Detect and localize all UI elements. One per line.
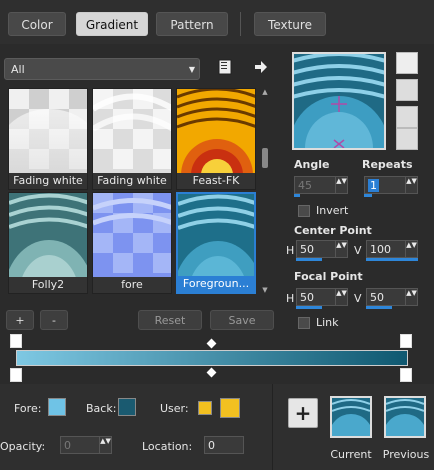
save-button[interactable]: Save — [210, 310, 274, 330]
category-select-value: All — [11, 63, 25, 76]
tab-color[interactable]: Color — [8, 12, 66, 36]
focal-v-slider[interactable] — [366, 306, 392, 309]
chevron-down-icon: ▼ — [188, 65, 195, 74]
focal-h-input[interactable]: 50 ▲▼ — [296, 288, 348, 306]
current-swatch[interactable] — [330, 396, 372, 438]
spin-arrows-icon[interactable]: ▲▼ — [99, 437, 111, 453]
location-value: 0 — [208, 439, 215, 452]
center-h-slider[interactable] — [296, 258, 322, 261]
center-h-label: H — [286, 244, 295, 257]
thumbnail-label: Feast-FK — [177, 173, 255, 189]
location-input[interactable]: 0 — [204, 436, 244, 454]
thumbnail-label: Fading white — [93, 173, 171, 189]
fore-label: Fore: — [14, 402, 42, 415]
gradient-preview[interactable] — [288, 52, 390, 200]
repeats-slider[interactable] — [364, 194, 372, 197]
gradient-bar[interactable] — [16, 350, 408, 366]
opacity-label: Opacity: — [0, 440, 46, 453]
thumbnail-fore[interactable]: fore — [92, 192, 172, 294]
back-label: Back: — [86, 402, 117, 415]
reset-button[interactable]: Reset — [138, 310, 202, 330]
radial-style-button[interactable] — [396, 106, 418, 128]
thumbnail-feast-fk[interactable]: Feast-FK — [176, 88, 256, 190]
spin-arrows-icon[interactable]: ▲▼ — [405, 289, 417, 305]
current-label: Current — [330, 448, 372, 461]
thumbnail-foreground[interactable]: Foregroun... — [176, 192, 256, 294]
angle-input[interactable]: 45 ▲▼ — [294, 176, 348, 194]
previous-swatch[interactable] — [384, 396, 426, 438]
center-point-label: Center Point — [294, 224, 372, 237]
plus-icon[interactable]: + — [288, 398, 318, 428]
scroll-down-icon[interactable]: ▼ — [260, 286, 270, 294]
scroll-up-icon[interactable]: ▲ — [260, 88, 270, 96]
angle-label: Angle — [294, 158, 330, 171]
repeats-input[interactable]: 1 ▲▼ — [364, 176, 418, 194]
focal-v-label: V — [354, 292, 362, 305]
tab-pattern[interactable]: Pattern — [156, 12, 228, 36]
focal-v-input[interactable]: 50 ▲▼ — [366, 288, 418, 306]
linear-style-button[interactable] — [396, 52, 418, 74]
thumbnail-label: fore — [93, 277, 171, 293]
remove-gradient-button[interactable]: - — [40, 310, 68, 330]
focal-h-slider[interactable] — [296, 306, 322, 309]
marker-icon[interactable] — [10, 334, 22, 348]
center-v-input[interactable]: 100 ▲▼ — [366, 240, 418, 258]
center-h-input[interactable]: 50 ▲▼ — [296, 240, 348, 258]
invert-label: Invert — [316, 204, 349, 217]
sunburst-style-button[interactable] — [396, 128, 418, 150]
spin-arrows-icon[interactable]: ▲▼ — [335, 289, 347, 305]
tab-bar: Color Gradient Pattern Texture — [0, 0, 434, 44]
spin-arrows-icon[interactable]: ▲▼ — [335, 241, 347, 257]
thumbnail-label: Folly2 — [9, 277, 87, 293]
angle-value: 45 — [298, 179, 312, 192]
gradient-library: Fading white Fading white Feast-FK Folly… — [4, 84, 258, 300]
focal-point-label: Focal Point — [294, 270, 363, 283]
location-label: Location: — [142, 440, 193, 453]
focal-h-label: H — [286, 292, 295, 305]
link-label: Link — [316, 316, 339, 329]
arrow-right-icon[interactable] — [252, 58, 270, 76]
link-checkbox[interactable] — [298, 317, 310, 329]
repeats-label: Repeats — [362, 158, 413, 171]
focal-v-value: 50 — [370, 291, 384, 304]
book-icon[interactable] — [216, 58, 234, 76]
previous-label: Previous — [382, 448, 430, 461]
thumbnail-label: Fading white — [9, 173, 87, 189]
add-gradient-button[interactable]: + — [6, 310, 34, 330]
library-scrollbar[interactable]: ▲ ▼ — [260, 88, 270, 294]
rectangular-style-button[interactable] — [396, 79, 418, 101]
spin-arrows-icon[interactable]: ▲▼ — [335, 177, 347, 193]
category-select[interactable]: All ▼ — [4, 58, 200, 80]
thumbnail-fading-white-2[interactable]: Fading white — [92, 88, 172, 190]
user-color-picker[interactable] — [220, 398, 240, 418]
spin-arrows-icon[interactable]: ▲▼ — [405, 241, 417, 257]
spin-arrows-icon[interactable]: ▲▼ — [405, 177, 417, 193]
marker-icon[interactable] — [400, 334, 412, 348]
angle-slider[interactable] — [294, 194, 300, 197]
user-swatch[interactable] — [198, 401, 212, 415]
center-v-slider[interactable] — [366, 258, 418, 261]
marker-icon[interactable] — [10, 368, 22, 382]
center-h-value: 50 — [300, 243, 314, 256]
user-label: User: — [160, 402, 189, 415]
back-swatch[interactable] — [118, 398, 136, 416]
thumbnail-label: Foregroun... — [178, 276, 254, 292]
repeats-value: 1 — [368, 179, 379, 192]
center-v-label: V — [354, 244, 362, 257]
scrollbar-thumb[interactable] — [262, 148, 268, 168]
fore-swatch[interactable] — [48, 398, 66, 416]
tab-gradient[interactable]: Gradient — [76, 12, 148, 36]
thumbnail-fading-white-1[interactable]: Fading white — [8, 88, 88, 190]
divider — [272, 384, 273, 470]
tab-divider — [240, 12, 241, 36]
center-v-value: 100 — [370, 243, 391, 256]
thumbnail-folly2[interactable]: Folly2 — [8, 192, 88, 294]
opacity-value: 0 — [64, 439, 71, 452]
tab-texture[interactable]: Texture — [254, 12, 326, 36]
focal-h-value: 50 — [300, 291, 314, 304]
invert-checkbox[interactable] — [298, 205, 310, 217]
opacity-input[interactable]: 0 ▲▼ — [60, 436, 112, 454]
marker-icon[interactable] — [400, 368, 412, 382]
